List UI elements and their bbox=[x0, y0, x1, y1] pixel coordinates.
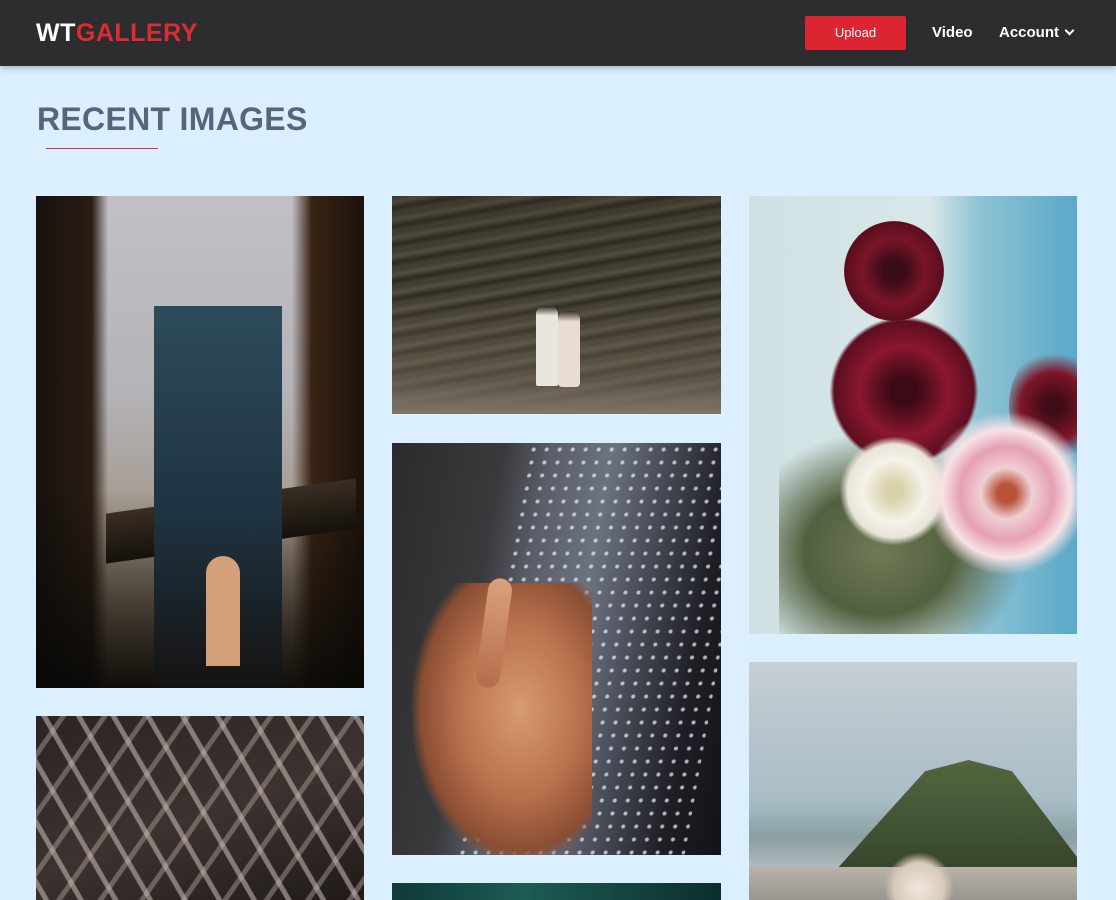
chevron-down-icon bbox=[1064, 25, 1075, 36]
bridge-arch-shape bbox=[206, 556, 240, 666]
gallery-image-hand-light[interactable] bbox=[392, 443, 721, 855]
logo-suffix: GALLERY bbox=[75, 19, 198, 47]
section-title: RECENT IMAGES bbox=[37, 101, 308, 137]
horse-shape bbox=[884, 852, 954, 900]
upload-button[interactable]: Upload bbox=[805, 16, 906, 50]
gallery-image-flowers[interactable] bbox=[749, 196, 1077, 634]
flower-shape bbox=[844, 221, 944, 321]
nav-video-link[interactable]: Video bbox=[932, 24, 973, 42]
gallery-image-couple-cave[interactable] bbox=[392, 196, 721, 414]
gallery-image-plant[interactable] bbox=[392, 883, 721, 900]
navbar: WTGALLERY Upload Video Account bbox=[0, 0, 1116, 66]
gallery-image-fern[interactable] bbox=[36, 716, 364, 900]
nav-account-menu[interactable]: Account bbox=[999, 24, 1075, 42]
gallery-image-bridge[interactable] bbox=[36, 196, 364, 688]
logo-prefix: WT bbox=[36, 19, 76, 47]
person-shape bbox=[558, 311, 580, 387]
nav-account-label: Account bbox=[999, 24, 1059, 41]
title-underline bbox=[46, 148, 158, 149]
person-shape bbox=[536, 306, 558, 386]
flower-shape bbox=[924, 411, 1077, 576]
gallery-image-mountain[interactable] bbox=[749, 662, 1077, 900]
site-logo[interactable]: WTGALLERY bbox=[36, 19, 198, 47]
